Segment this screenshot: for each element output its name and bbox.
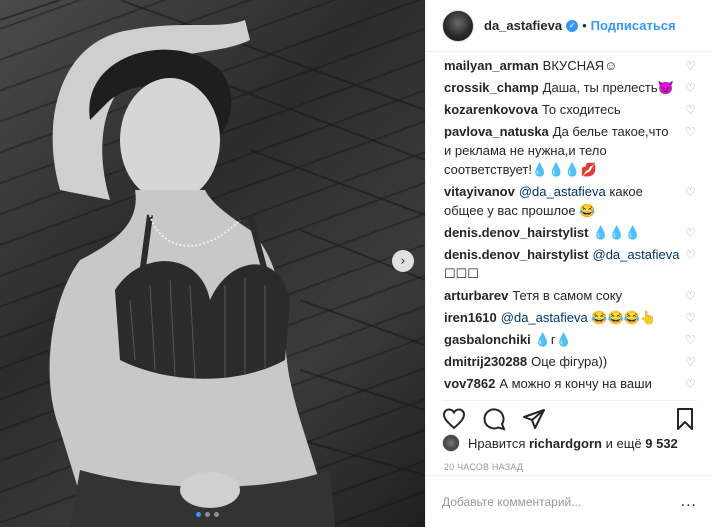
carousel-dot bbox=[196, 512, 201, 517]
comment-username[interactable]: vitayivanov bbox=[444, 184, 515, 199]
carousel-dots bbox=[196, 512, 219, 517]
like-comment-heart-icon[interactable]: ♡ bbox=[685, 82, 697, 94]
like-comment-heart-icon[interactable]: ♡ bbox=[685, 356, 697, 368]
comment-item: vitayivanov @da_astafieva какое общее у в… bbox=[444, 182, 713, 220]
comment-username[interactable]: denis.denov_hairstylist bbox=[444, 247, 589, 262]
post-header: da_astafieva ✓ • Подписаться bbox=[426, 0, 713, 52]
comment-username[interactable]: dmitrij230288 bbox=[444, 354, 527, 369]
comment-item: dmitrij230288 Оце фігура)) ♡ bbox=[444, 352, 713, 371]
like-heart-icon[interactable] bbox=[442, 407, 466, 431]
verified-badge-icon: ✓ bbox=[566, 19, 579, 32]
liker-username[interactable]: richardgorn bbox=[529, 436, 602, 451]
like-comment-heart-icon[interactable]: ♡ bbox=[685, 334, 697, 346]
next-photo-button[interactable]: › bbox=[392, 250, 414, 272]
comment-item: vov7862А можно я кончу на ваши ножки ♡ bbox=[444, 374, 713, 392]
post-actions-bar bbox=[442, 400, 697, 430]
comments-list: mailyan_arman ВКУСНАЯ☺ ♡ crossik_champ Даш… bbox=[426, 56, 713, 392]
comment-mention[interactable]: @da_astafieva bbox=[593, 247, 680, 262]
likes-count[interactable]: 9 532 bbox=[645, 436, 678, 451]
comment-text: ВКУСНАЯ☺ bbox=[542, 58, 618, 73]
header-separator: • bbox=[582, 18, 587, 33]
more-options-icon[interactable]: ... bbox=[681, 494, 697, 510]
like-comment-heart-icon[interactable]: ♡ bbox=[685, 126, 697, 138]
comment-bubble-icon[interactable] bbox=[482, 407, 506, 431]
comment-text: ☐☐☐ bbox=[444, 266, 479, 281]
likes-prefix: Нравится bbox=[468, 435, 526, 451]
post-timestamp[interactable]: 20 ЧАСОВ НАЗАД bbox=[444, 462, 523, 472]
comment-item: denis.denov_hairstylist @da_astafieva ☐☐☐… bbox=[444, 245, 713, 283]
like-comment-heart-icon[interactable]: ♡ bbox=[685, 249, 697, 261]
comment-mention[interactable]: @da_astafieva bbox=[519, 184, 606, 199]
comment-mention[interactable]: @da_astafieva bbox=[501, 310, 588, 325]
author-avatar[interactable] bbox=[442, 9, 474, 42]
comment-text: 💧г💧 bbox=[534, 332, 572, 347]
comment-username[interactable]: vov7862 bbox=[444, 376, 495, 391]
liker-avatar[interactable] bbox=[442, 434, 460, 452]
comment-text: 💧💧💧 bbox=[592, 225, 642, 240]
comment-item: mailyan_arman ВКУСНАЯ☺ ♡ bbox=[444, 56, 713, 75]
comment-item: iren1610 @da_astafieva 😂😂😂👆 ♡ bbox=[444, 308, 713, 327]
comment-item: arturbarev Тетя в самом соку ♡ bbox=[444, 286, 713, 305]
comment-username[interactable]: pavlova_natuska bbox=[444, 124, 549, 139]
comment-item: kozarenkovova То сходитесь ♡ bbox=[444, 100, 713, 119]
like-comment-heart-icon[interactable]: ♡ bbox=[685, 60, 697, 72]
comment-input[interactable] bbox=[442, 494, 673, 509]
comment-item: gasbalonchiki 💧г💧 ♡ bbox=[444, 330, 713, 349]
author-username[interactable]: da_astafieva bbox=[484, 18, 562, 33]
comment-text: Оце фігура)) bbox=[531, 354, 608, 369]
likes-summary: Нравится richardgorn и ещё 9 532 bbox=[442, 434, 678, 452]
likes-middle: и ещё bbox=[605, 435, 642, 451]
photo-illustration bbox=[0, 0, 425, 527]
post-side-panel: da_astafieva ✓ • Подписаться mailyan_arm… bbox=[425, 0, 713, 527]
like-comment-heart-icon[interactable]: ♡ bbox=[685, 104, 697, 116]
carousel-dot bbox=[214, 512, 219, 517]
comment-item: denis.denov_hairstylist 💧💧💧 ♡ bbox=[444, 223, 713, 242]
comment-username[interactable]: mailyan_arman bbox=[444, 58, 539, 73]
like-comment-heart-icon[interactable]: ♡ bbox=[685, 186, 697, 198]
comment-username[interactable]: crossik_champ bbox=[444, 80, 539, 95]
comment-username[interactable]: denis.denov_hairstylist bbox=[444, 225, 589, 240]
comment-username[interactable]: kozarenkovova bbox=[444, 102, 538, 117]
comment-text: 😂😂😂👆 bbox=[591, 310, 657, 325]
like-comment-heart-icon[interactable]: ♡ bbox=[685, 378, 697, 390]
follow-button[interactable]: Подписаться bbox=[591, 18, 676, 33]
comment-username[interactable]: arturbarev bbox=[444, 288, 508, 303]
like-comment-heart-icon[interactable]: ♡ bbox=[685, 312, 697, 324]
like-comment-heart-icon[interactable]: ♡ bbox=[685, 227, 697, 239]
post-photo[interactable]: › bbox=[0, 0, 425, 527]
comment-item: pavlova_natuska Да белье такое,что и рекл… bbox=[444, 122, 713, 179]
comment-text: Тетя в самом соку bbox=[512, 288, 623, 303]
comment-item: crossik_champ Даша, ты прелесть😈 ♡ bbox=[444, 78, 713, 97]
comment-text: Даша, ты прелесть😈 bbox=[542, 80, 674, 95]
comment-username[interactable]: iren1610 bbox=[444, 310, 497, 325]
like-comment-heart-icon[interactable]: ♡ bbox=[685, 290, 697, 302]
share-plane-icon[interactable] bbox=[522, 407, 546, 431]
comment-text: То сходитесь bbox=[541, 102, 621, 117]
add-comment-bar: ... bbox=[426, 475, 713, 527]
comment-username[interactable]: gasbalonchiki bbox=[444, 332, 531, 347]
bookmark-icon[interactable] bbox=[673, 407, 697, 431]
carousel-dot bbox=[205, 512, 210, 517]
